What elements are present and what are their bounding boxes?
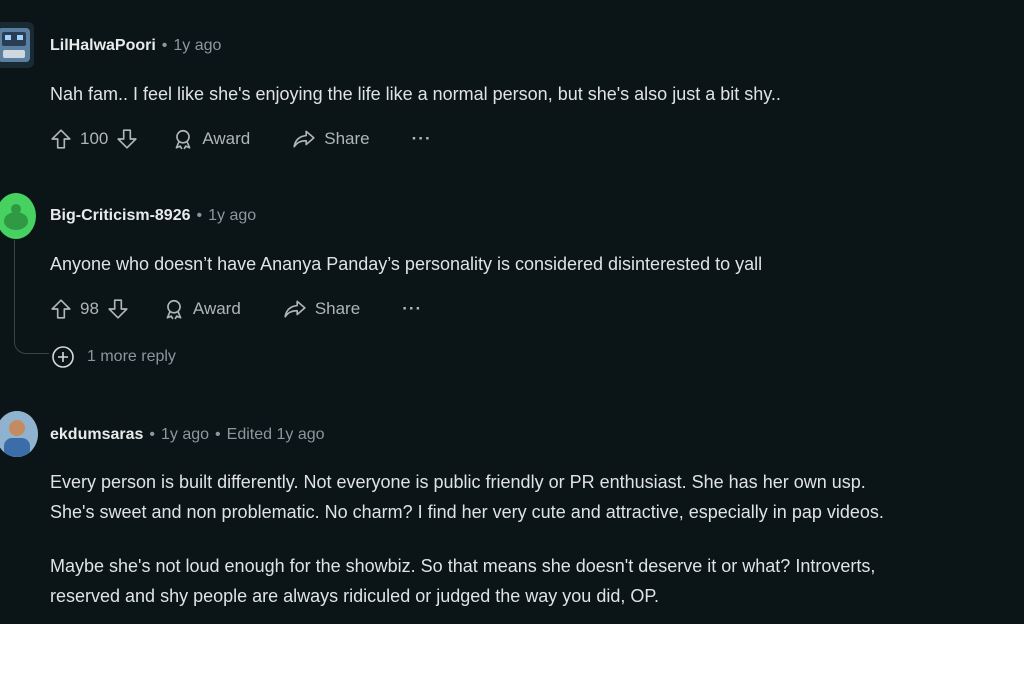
share-button[interactable]: Share (283, 298, 360, 320)
comment-body: Every person is built differently. Not e… (50, 467, 884, 611)
more-options-button[interactable]: ··· (412, 129, 432, 149)
username[interactable]: Big-Criticism-8926 (50, 207, 191, 224)
avatar-lilhalwapoori[interactable] (0, 22, 34, 68)
award-icon (175, 129, 191, 150)
avatar-ekdumsaras[interactable] (0, 411, 38, 457)
downvote-icon (117, 129, 137, 149)
share-icon (293, 130, 315, 148)
downvote-button[interactable] (107, 298, 129, 320)
comment-thread: LilHalwaPoori • 1y ago Nah fam.. I feel li… (0, 0, 1024, 624)
edited-label: Edited 1y ago (226, 426, 325, 443)
share-label: Share (324, 129, 370, 148)
award-icon (166, 299, 182, 320)
more-options-icon: ··· (411, 129, 432, 148)
timestamp[interactable]: 1y ago (161, 426, 209, 443)
timestamp[interactable]: 1y ago (208, 207, 256, 224)
plus-circle-icon (52, 346, 74, 368)
upvote-icon (51, 129, 71, 149)
award-label: Award (192, 299, 241, 318)
comment-line: reserved and shy people are always ridic… (50, 586, 660, 606)
award-button[interactable]: Award (172, 128, 250, 150)
comment-line: Anyone who doesn’t have Ananya Panday’s … (50, 254, 763, 274)
more-options-icon: ··· (402, 299, 423, 318)
comment-line: Maybe she's not loud enough for the show… (50, 556, 876, 576)
vote-count: 98 (80, 299, 99, 318)
thread-line[interactable] (14, 240, 49, 354)
comment-line: Nah fam.. I feel like she's enjoying the… (50, 84, 781, 104)
share-icon (284, 300, 306, 318)
comment-meta: Big-Criticism-8926 • 1y ago (50, 207, 257, 224)
comment-actions: 100 Award Share ··· (50, 124, 432, 154)
upvote-icon (51, 299, 71, 319)
more-replies-button[interactable]: 1 more reply (51, 345, 176, 369)
upvote-button[interactable] (50, 298, 72, 320)
comment-actions: 98 Award Share ··· (50, 294, 422, 324)
comment-meta: LilHalwaPoori • 1y ago (50, 37, 222, 54)
award-button[interactable]: Award (163, 298, 241, 320)
upvote-button[interactable] (50, 128, 72, 150)
more-options-button[interactable]: ··· (402, 299, 422, 319)
share-label: Share (314, 299, 361, 318)
vote-count: 100 (80, 129, 109, 148)
comment-meta: ekdumsaras • 1y ago • Edited 1y ago (50, 426, 325, 443)
award-label: Award (202, 129, 251, 148)
avatar-big-criticism[interactable] (0, 193, 36, 239)
downvote-button[interactable] (116, 128, 138, 150)
comment-line: Every person is built differently. Not e… (50, 472, 866, 492)
comment-body: Anyone who doesn’t have Ananya Panday’s … (50, 249, 762, 279)
comment-line: She's sweet and non problematic. No char… (50, 502, 884, 522)
more-replies-label: 1 more reply (87, 348, 176, 365)
timestamp[interactable]: 1y ago (173, 37, 221, 54)
downvote-icon (108, 299, 128, 319)
share-button[interactable]: Share (292, 128, 370, 150)
username[interactable]: ekdumsaras (50, 426, 143, 443)
comment-body: Nah fam.. I feel like she's enjoying the… (50, 79, 781, 109)
username[interactable]: LilHalwaPoori (50, 37, 156, 54)
